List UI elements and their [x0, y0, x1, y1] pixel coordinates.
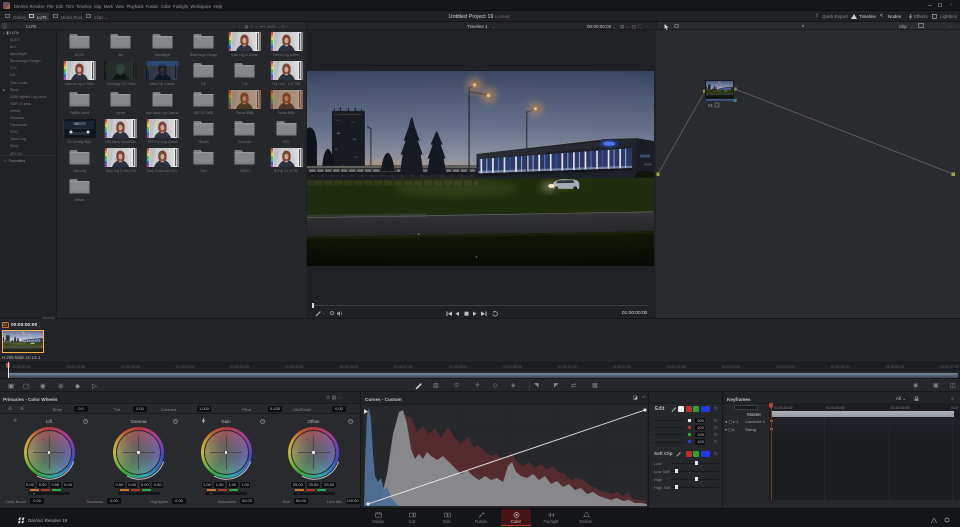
svg-text:01: 01 — [708, 103, 714, 108]
svg-text:RX: RX — [75, 123, 79, 126]
